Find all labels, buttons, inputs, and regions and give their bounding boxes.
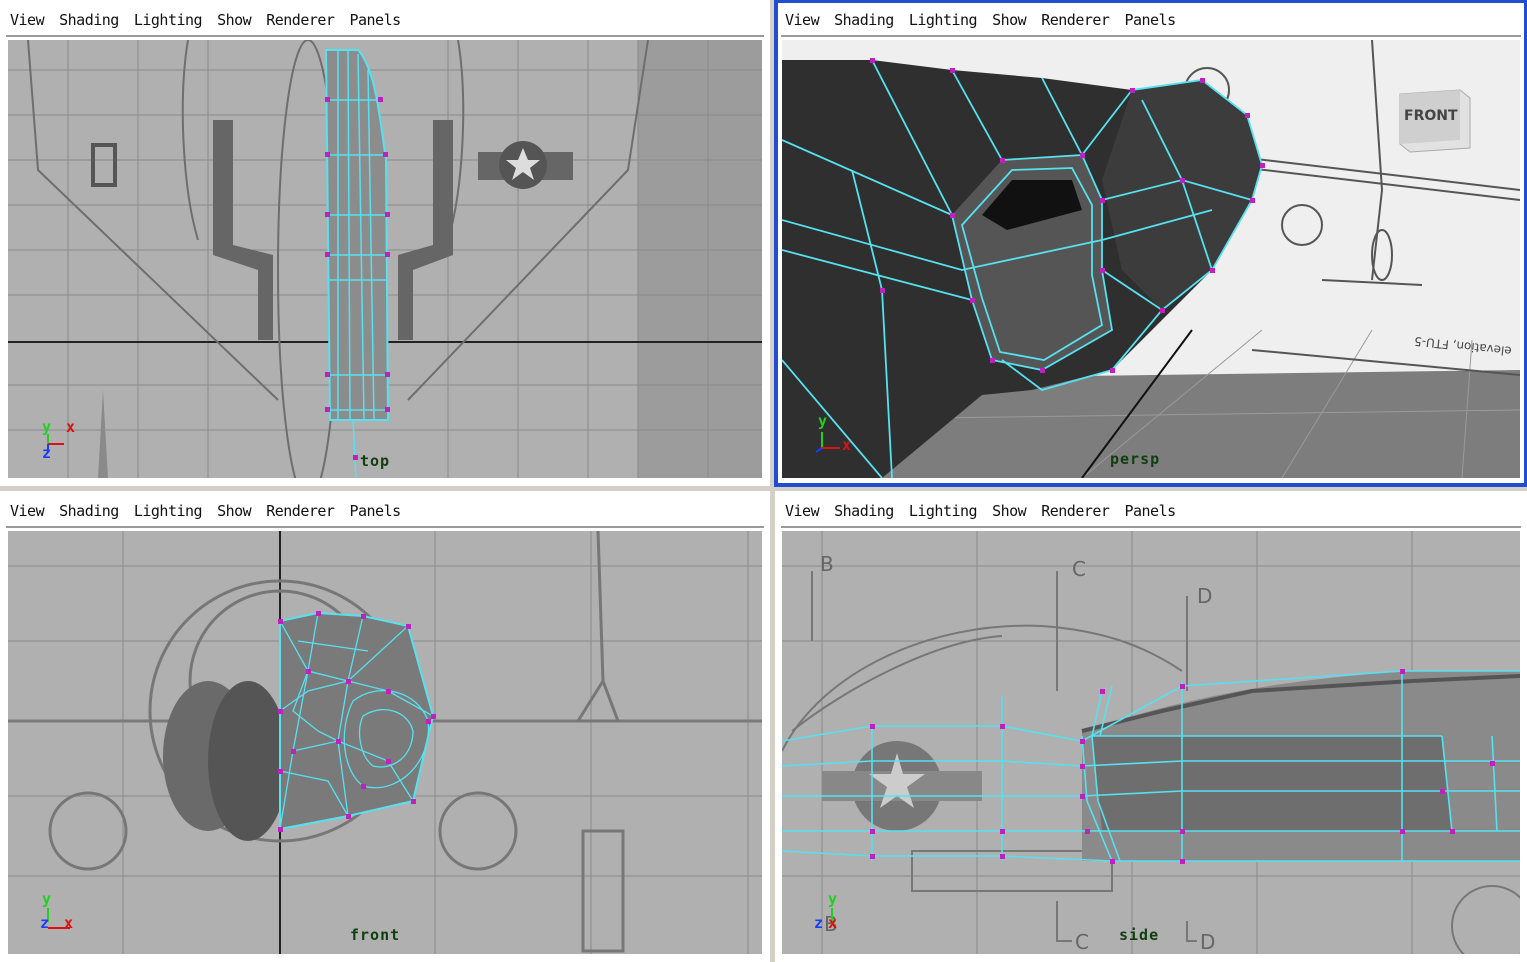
camera-label-top: top bbox=[360, 452, 391, 470]
viewport-canvas-top[interactable]: y x z top bbox=[8, 40, 762, 478]
axis-x-label: x bbox=[66, 418, 76, 436]
view-cube[interactable]: FRONT bbox=[1394, 84, 1474, 154]
axis-z-label: z bbox=[40, 914, 50, 932]
axis-x-label: x bbox=[828, 914, 838, 932]
section-mark-d-bottom: D bbox=[1200, 930, 1215, 954]
axis-z-label: z bbox=[814, 914, 824, 932]
section-mark-d: D bbox=[1197, 584, 1212, 608]
camera-label-side: side bbox=[1119, 926, 1160, 944]
viewport-menubar: View Shading Lighting Show Renderer Pane… bbox=[6, 5, 764, 37]
menu-show[interactable]: Show bbox=[217, 502, 252, 520]
viewport-canvas-persp[interactable]: elevation, FTU-5 FRONT y x persp bbox=[782, 40, 1520, 478]
viewport-top[interactable]: View Shading Lighting Show Renderer Pane… bbox=[0, 0, 770, 486]
menu-renderer[interactable]: Renderer bbox=[266, 502, 335, 520]
menu-view[interactable]: View bbox=[785, 502, 820, 520]
section-mark-c: C bbox=[1072, 557, 1086, 581]
menu-show[interactable]: Show bbox=[217, 11, 252, 29]
axis-x-label: x bbox=[842, 436, 852, 454]
axis-gizmo: y z x bbox=[38, 890, 88, 940]
menu-renderer[interactable]: Renderer bbox=[1041, 502, 1110, 520]
menu-renderer[interactable]: Renderer bbox=[266, 11, 335, 29]
camera-label-persp: persp bbox=[1110, 450, 1161, 468]
axis-y-label: y bbox=[42, 890, 52, 908]
menu-shading[interactable]: Shading bbox=[59, 502, 119, 520]
viewport-menubar: View Shading Lighting Show Renderer Pane… bbox=[781, 496, 1521, 528]
menu-view[interactable]: View bbox=[10, 502, 45, 520]
axis-z-label: z bbox=[42, 444, 52, 462]
view-cube-front-label: FRONT bbox=[1404, 108, 1458, 124]
menu-view[interactable]: View bbox=[785, 11, 820, 29]
axis-y-label: y bbox=[818, 412, 828, 430]
menu-panels[interactable]: Panels bbox=[349, 11, 401, 29]
axis-gizmo: y z x bbox=[812, 890, 862, 940]
top-scene bbox=[8, 40, 762, 478]
axis-y-label: y bbox=[42, 418, 52, 436]
menu-renderer[interactable]: Renderer bbox=[1041, 11, 1110, 29]
menu-panels[interactable]: Panels bbox=[1124, 11, 1176, 29]
section-mark-b: B bbox=[820, 552, 834, 576]
section-mark-c-bottom: C bbox=[1075, 930, 1089, 954]
axis-y-label: y bbox=[828, 890, 838, 908]
menu-panels[interactable]: Panels bbox=[1124, 502, 1176, 520]
viewport-canvas-side[interactable]: B C D B C D y z x side bbox=[782, 531, 1520, 954]
menu-shading[interactable]: Shading bbox=[834, 11, 894, 29]
side-scene: B C D B C D bbox=[782, 531, 1520, 954]
axis-x-label: x bbox=[64, 914, 74, 932]
axis-gizmo: y x z bbox=[38, 414, 88, 464]
menu-shading[interactable]: Shading bbox=[834, 502, 894, 520]
viewport-persp[interactable]: View Shading Lighting Show Renderer Pane… bbox=[774, 0, 1527, 487]
menu-lighting[interactable]: Lighting bbox=[134, 11, 203, 29]
viewport-menubar: View Shading Lighting Show Renderer Pane… bbox=[781, 5, 1521, 37]
menu-lighting[interactable]: Lighting bbox=[909, 502, 978, 520]
menu-lighting[interactable]: Lighting bbox=[134, 502, 203, 520]
viewport-front[interactable]: View Shading Lighting Show Renderer Pane… bbox=[0, 491, 770, 962]
front-scene bbox=[8, 531, 762, 954]
viewport-side[interactable]: View Shading Lighting Show Renderer Pane… bbox=[775, 491, 1527, 962]
menu-view[interactable]: View bbox=[10, 11, 45, 29]
menu-lighting[interactable]: Lighting bbox=[909, 11, 978, 29]
menu-show[interactable]: Show bbox=[992, 502, 1027, 520]
camera-label-front: front bbox=[350, 926, 401, 944]
menu-panels[interactable]: Panels bbox=[349, 502, 401, 520]
menu-show[interactable]: Show bbox=[992, 11, 1027, 29]
axis-gizmo: y x bbox=[812, 412, 862, 464]
menu-shading[interactable]: Shading bbox=[59, 11, 119, 29]
viewport-canvas-front[interactable]: y z x front bbox=[8, 531, 762, 954]
viewport-menubar: View Shading Lighting Show Renderer Pane… bbox=[6, 496, 764, 528]
